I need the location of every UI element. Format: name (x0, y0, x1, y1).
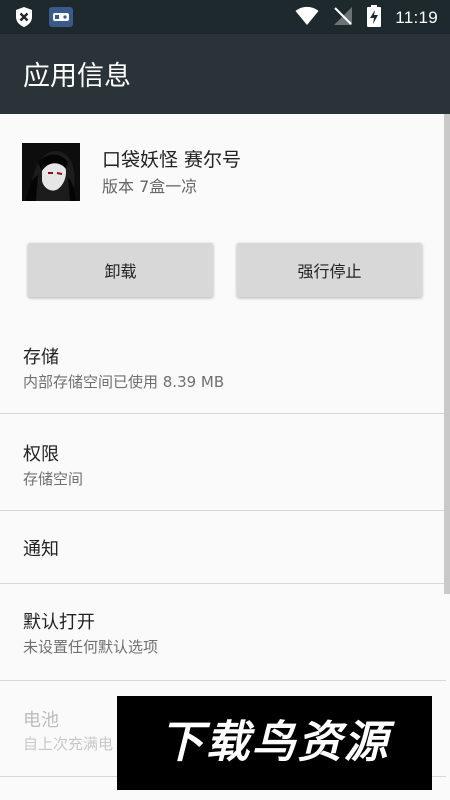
app-version: 版本 7盒一凉 (102, 177, 198, 196)
list-item-subtitle: 自上次充满电 (23, 735, 114, 753)
list-item-title: 权限 (23, 444, 59, 465)
wifi-icon (295, 6, 319, 30)
list-item-subtitle: 内部存储空间已使用 8.39 MB (23, 373, 225, 391)
shield-x-icon (14, 6, 34, 32)
app-header: 口袋妖怪 赛尔号 版本 7盒一凉 (22, 143, 422, 201)
list-item-notifications[interactable]: 通知 (0, 511, 446, 583)
uninstall-button[interactable]: 卸载 (28, 243, 213, 297)
list-item-title: 电池 (23, 710, 59, 731)
signal-off-icon (333, 6, 353, 30)
list-item-title: 通知 (23, 539, 59, 560)
list-item-subtitle: 未设置任何默认选项 (23, 638, 159, 656)
list-item-title: 存储 (23, 347, 59, 368)
watermark: 下载鸟资源 (117, 696, 432, 790)
watermark-text: 下载鸟资源 (159, 717, 390, 768)
force-stop-button[interactable]: 强行停止 (237, 243, 422, 297)
list-item-open-by-default[interactable]: 默认打开 未设置任何默认选项 (0, 584, 446, 680)
app-icon (22, 143, 80, 201)
list-item-subtitle: 存储空间 (23, 470, 84, 488)
list-item-storage[interactable]: 存储 内部存储空间已使用 8.39 MB (0, 326, 446, 414)
clock: 11:19 (395, 8, 438, 27)
battery-charging-icon (367, 5, 382, 31)
app-name: 口袋妖怪 赛尔号 (102, 149, 242, 171)
status-bar: 11:19 (0, 0, 450, 34)
gamepad-app-icon (48, 6, 74, 32)
scrollbar[interactable] (444, 114, 450, 594)
page-title: 应用信息 (23, 61, 131, 92)
list-item-permissions[interactable]: 权限 存储空间 (0, 414, 446, 510)
list-item-title: 默认打开 (23, 612, 95, 633)
app-bar: 应用信息 (0, 34, 450, 114)
